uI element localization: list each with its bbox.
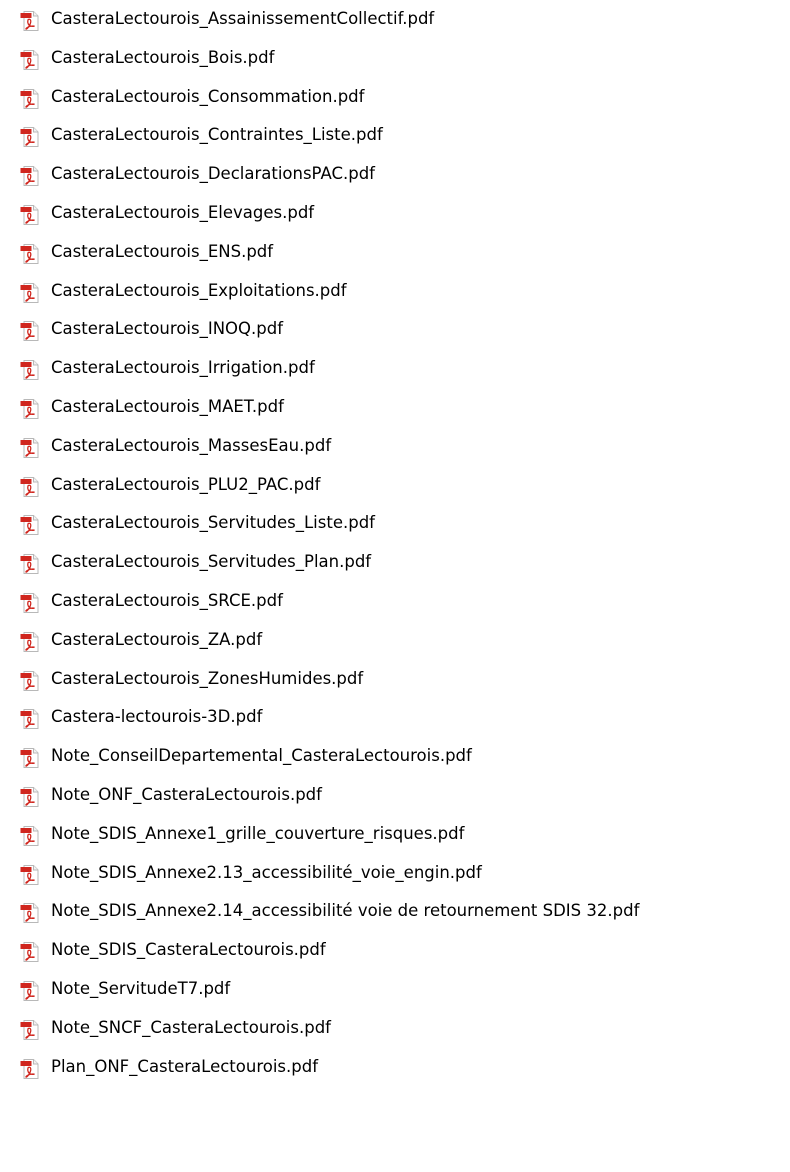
file-list-item[interactable]: CasteraLectourois_MAET.pdf (0, 388, 790, 427)
pdf-file-icon (20, 282, 39, 303)
pdf-file-icon (20, 554, 39, 575)
file-list-item[interactable]: Note_ServitudeT7.pdf (0, 970, 790, 1009)
file-name: CasteraLectourois_SRCE.pdf (51, 590, 283, 610)
file-list-item[interactable]: CasteraLectourois_INOQ.pdf (0, 310, 790, 349)
file-name: Note_SDIS_CasteraLectourois.pdf (51, 940, 326, 960)
file-list-item[interactable]: CasteraLectourois_Servitudes_Plan.pdf (0, 543, 790, 582)
file-list-item[interactable]: CasteraLectourois_MassesEau.pdf (0, 427, 790, 466)
pdf-file-icon (20, 1019, 39, 1040)
file-list-item[interactable]: CasteraLectourois_PLU2_PAC.pdf (0, 466, 790, 505)
pdf-file-icon (20, 11, 39, 31)
file-name: CasteraLectourois_INOQ.pdf (51, 319, 284, 339)
file-list-item[interactable]: Castera-lectourois-3D.pdf (0, 698, 790, 737)
pdf-file-icon (20, 1058, 39, 1079)
file-name: Note_ConseilDepartemental_CasteraLectour… (51, 746, 472, 766)
file-list-item[interactable]: CasteraLectourois_Elevages.pdf (0, 194, 790, 233)
file-list-item[interactable]: Note_SDIS_Annexe2.14_accessibilité voie … (0, 892, 790, 931)
file-list-item[interactable]: Note_ONF_CasteraLectourois.pdf (0, 776, 790, 815)
pdf-file-icon (20, 166, 39, 187)
pdf-file-icon (20, 88, 39, 109)
pdf-file-icon (20, 360, 39, 381)
pdf-file-icon (20, 49, 39, 70)
pdf-file-icon (20, 631, 39, 652)
file-name: Note_ServitudeT7.pdf (51, 978, 231, 998)
file-name: Note_SDIS_Annexe2.13_accessibilité_voie_… (51, 862, 482, 882)
pdf-file-icon (20, 903, 39, 924)
pdf-file-icon (20, 204, 39, 225)
file-name: CasteraLectourois_MassesEau.pdf (51, 435, 332, 455)
file-name: Note_ONF_CasteraLectourois.pdf (51, 784, 322, 804)
file-name: Plan_ONF_CasteraLectourois.pdf (51, 1056, 319, 1076)
file-name: Note_SDIS_Annexe2.14_accessibilité voie … (51, 901, 640, 921)
pdf-file-icon (20, 825, 39, 846)
file-list-item[interactable]: CasteraLectourois_AssainissementCollecti… (0, 0, 790, 39)
pdf-file-icon (20, 980, 39, 1001)
file-name: CasteraLectourois_DeclarationsPAC.pdf (51, 164, 375, 184)
file-name: CasteraLectourois_Consommation.pdf (51, 86, 365, 106)
pdf-file-icon (20, 476, 39, 497)
pdf-file-icon (20, 243, 39, 264)
pdf-file-icon (20, 127, 39, 148)
file-list-item[interactable]: Plan_ONF_CasteraLectourois.pdf (0, 1048, 790, 1087)
file-name: CasteraLectourois_Irrigation.pdf (51, 358, 315, 378)
file-name: CasteraLectourois_Exploitations.pdf (51, 280, 347, 300)
file-list-item[interactable]: Note_SDIS_Annexe2.13_accessibilité_voie_… (0, 854, 790, 893)
file-list-item[interactable]: CasteraLectourois_Bois.pdf (0, 39, 790, 78)
file-list-item[interactable]: CasteraLectourois_DeclarationsPAC.pdf (0, 155, 790, 194)
pdf-file-icon (20, 592, 39, 613)
file-list-item[interactable]: CasteraLectourois_Servitudes_Liste.pdf (0, 504, 790, 543)
file-name: CasteraLectourois_Elevages.pdf (51, 202, 315, 222)
pdf-file-icon (20, 321, 39, 342)
file-list-item[interactable]: CasteraLectourois_Irrigation.pdf (0, 349, 790, 388)
pdf-file-icon (20, 670, 39, 691)
file-list-item[interactable]: Note_ConseilDepartemental_CasteraLectour… (0, 737, 790, 776)
file-list: CasteraLectourois_AssainissementCollecti… (0, 0, 790, 1086)
pdf-file-icon (20, 515, 39, 536)
file-list-item[interactable]: Note_SDIS_CasteraLectourois.pdf (0, 931, 790, 970)
file-name: CasteraLectourois_AssainissementCollecti… (51, 9, 435, 28)
file-list-item[interactable]: CasteraLectourois_ENS.pdf (0, 233, 790, 272)
file-list-item[interactable]: CasteraLectourois_Consommation.pdf (0, 78, 790, 117)
file-list-item[interactable]: CasteraLectourois_SRCE.pdf (0, 582, 790, 621)
pdf-file-icon (20, 748, 39, 769)
file-list-item[interactable]: CasteraLectourois_ZonesHumides.pdf (0, 660, 790, 699)
file-list-item[interactable]: CasteraLectourois_Exploitations.pdf (0, 272, 790, 311)
file-name: CasteraLectourois_ZA.pdf (51, 629, 263, 649)
file-name: Note_SNCF_CasteraLectourois.pdf (51, 1017, 331, 1037)
file-list-item[interactable]: CasteraLectourois_ZA.pdf (0, 621, 790, 660)
file-list-item[interactable]: CasteraLectourois_Contraintes_Liste.pdf (0, 116, 790, 155)
pdf-file-icon (20, 864, 39, 885)
pdf-file-icon (20, 709, 39, 730)
file-name: Castera-lectourois-3D.pdf (51, 707, 263, 727)
file-name: CasteraLectourois_Contraintes_Liste.pdf (51, 125, 383, 145)
file-list-item[interactable]: Note_SNCF_CasteraLectourois.pdf (0, 1009, 790, 1048)
pdf-file-icon (20, 786, 39, 807)
file-list-item[interactable]: Note_SDIS_Annexe1_grille_couverture_risq… (0, 815, 790, 854)
file-name: CasteraLectourois_ENS.pdf (51, 241, 274, 261)
file-name: CasteraLectourois_ZonesHumides.pdf (51, 668, 364, 688)
file-name: CasteraLectourois_PLU2_PAC.pdf (51, 474, 321, 494)
file-name: CasteraLectourois_Bois.pdf (51, 47, 275, 67)
pdf-file-icon (20, 942, 39, 963)
pdf-file-icon (20, 437, 39, 458)
file-name: CasteraLectourois_Servitudes_Liste.pdf (51, 513, 375, 533)
file-name: CasteraLectourois_MAET.pdf (51, 396, 284, 416)
file-name: Note_SDIS_Annexe1_grille_couverture_risq… (51, 823, 465, 843)
pdf-file-icon (20, 398, 39, 419)
file-name: CasteraLectourois_Servitudes_Plan.pdf (51, 552, 372, 572)
